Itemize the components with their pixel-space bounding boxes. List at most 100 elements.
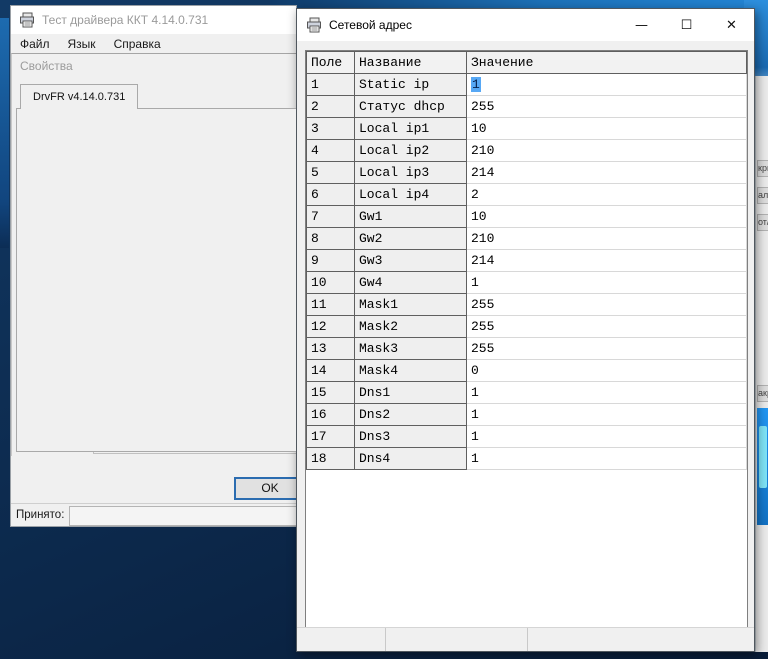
cell-name[interactable]: Gw2 <box>355 228 467 250</box>
column-header: Название <box>355 52 467 74</box>
cell-value[interactable]: 255 <box>467 294 747 316</box>
menu-item[interactable]: Файл <box>11 35 59 53</box>
column-header: Поле <box>307 52 355 74</box>
cell-field[interactable]: 11 <box>307 294 355 316</box>
cell-value[interactable]: 1 <box>467 448 747 470</box>
cell-field[interactable]: 14 <box>307 360 355 382</box>
table-row: 12Mask2255 <box>307 316 747 338</box>
cell-field[interactable]: 8 <box>307 228 355 250</box>
cell-value[interactable]: 1 <box>467 382 747 404</box>
cell-field[interactable]: 18 <box>307 448 355 470</box>
cell-value[interactable]: 1 <box>467 272 747 294</box>
cell-name[interactable]: Dns4 <box>355 448 467 470</box>
tab-content-panel <box>16 108 297 452</box>
menu-item[interactable]: Язык <box>59 35 105 53</box>
background-button-fragment: от/ <box>757 214 768 231</box>
maximize-button[interactable]: ☐ <box>664 10 709 41</box>
cell-field[interactable]: 16 <box>307 404 355 426</box>
divider <box>11 503 297 504</box>
cell-name[interactable]: Mask3 <box>355 338 467 360</box>
main-titlebar[interactable]: Тест драйвера ККТ 4.14.0.731 <box>11 6 296 34</box>
table-row: 11Mask1255 <box>307 294 747 316</box>
menu-bar: ФайлЯзыкСправка <box>11 34 296 53</box>
cell-value[interactable]: 1 <box>467 404 747 426</box>
cell-value[interactable]: 10 <box>467 206 747 228</box>
cell-field[interactable]: 10 <box>307 272 355 294</box>
table-row: 10Gw41 <box>307 272 747 294</box>
cell-field[interactable]: 4 <box>307 140 355 162</box>
table-row: 18Dns41 <box>307 448 747 470</box>
close-button[interactable]: ✕ <box>709 10 754 41</box>
cell-value[interactable]: 214 <box>467 162 747 184</box>
table-row: 14Mask40 <box>307 360 747 382</box>
network-table: ПолеНазваниеЗначение 1Static ip12Статус … <box>306 51 747 470</box>
device-display-fragment <box>757 408 768 525</box>
cell-name[interactable]: Local ip2 <box>355 140 467 162</box>
table-row: 15Dns11 <box>307 382 747 404</box>
cell-field[interactable]: 1 <box>307 74 355 96</box>
wallpaper-beam-top <box>270 0 768 8</box>
menu-item[interactable]: Справка <box>105 35 170 53</box>
cell-value[interactable]: 1 <box>467 74 747 96</box>
table-row: 7Gw110 <box>307 206 747 228</box>
cell-field[interactable]: 15 <box>307 382 355 404</box>
cell-name[interactable]: Mask1 <box>355 294 467 316</box>
cell-name[interactable]: Static ip <box>355 74 467 96</box>
cell-field[interactable]: 5 <box>307 162 355 184</box>
cell-value[interactable]: 214 <box>467 250 747 272</box>
cell-field[interactable]: 2 <box>307 96 355 118</box>
cell-name[interactable]: Local ip4 <box>355 184 467 206</box>
status-panel <box>528 628 754 651</box>
cell-field[interactable]: 13 <box>307 338 355 360</box>
cell-value[interactable]: 2 <box>467 184 747 206</box>
cell-name[interactable]: Dns2 <box>355 404 467 426</box>
properties-caption: Свойства <box>12 54 297 73</box>
table-row: 4Local ip2210 <box>307 140 747 162</box>
table-row: 13Mask3255 <box>307 338 747 360</box>
table-row: 6Local ip42 <box>307 184 747 206</box>
cell-field[interactable]: 7 <box>307 206 355 228</box>
tab-drvfr[interactable]: DrvFR v4.14.0.731 <box>20 84 138 109</box>
wallpaper-beam-left <box>0 18 9 248</box>
cell-value[interactable]: 210 <box>467 140 747 162</box>
cell-name[interactable]: Gw3 <box>355 250 467 272</box>
background-button-fragment: акр <box>757 385 768 402</box>
cell-name[interactable]: Local ip3 <box>355 162 467 184</box>
main-window-title: Тест драйвера ККТ 4.14.0.731 <box>42 13 208 27</box>
cell-value[interactable]: 255 <box>467 96 747 118</box>
status-panel <box>386 628 528 651</box>
background-button-fragment: али <box>757 187 768 204</box>
cell-value[interactable]: 210 <box>467 228 747 250</box>
cell-field[interactable]: 3 <box>307 118 355 140</box>
network-table-container: ПолеНазваниеЗначение 1Static ip12Статус … <box>305 50 748 630</box>
table-row: 1Static ip1 <box>307 74 747 96</box>
cell-field[interactable]: 6 <box>307 184 355 206</box>
table-row: 17Dns31 <box>307 426 747 448</box>
network-table-body: 1Static ip12Статус dhcp2553Local ip1104L… <box>307 74 747 470</box>
cell-name[interactable]: Gw1 <box>355 206 467 228</box>
cell-field[interactable]: 17 <box>307 426 355 448</box>
cell-value[interactable]: 0 <box>467 360 747 382</box>
cell-name[interactable]: Mask4 <box>355 360 467 382</box>
cell-name[interactable]: Dns1 <box>355 382 467 404</box>
cell-name[interactable]: Gw4 <box>355 272 467 294</box>
minimize-button[interactable]: — <box>619 10 664 41</box>
printer-icon <box>306 17 322 33</box>
cell-name[interactable]: Mask2 <box>355 316 467 338</box>
ok-button[interactable]: OK <box>234 477 297 500</box>
column-header: Значение <box>467 52 747 74</box>
cell-value[interactable]: 1 <box>467 426 747 448</box>
properties-panel: Свойства DrvFR v4.14.0.731 Логические ус… <box>11 53 297 456</box>
dialog-titlebar[interactable]: Сетевой адрес — ☐ ✕ <box>297 9 754 41</box>
cell-value[interactable]: 10 <box>467 118 747 140</box>
cell-value[interactable]: 255 <box>467 316 747 338</box>
cell-field[interactable]: 12 <box>307 316 355 338</box>
cell-field[interactable]: 9 <box>307 250 355 272</box>
table-row: 9Gw3214 <box>307 250 747 272</box>
cell-name[interactable]: Dns3 <box>355 426 467 448</box>
cell-value[interactable]: 255 <box>467 338 747 360</box>
cell-name[interactable]: Статус dhcp <box>355 96 467 118</box>
table-row: 2Статус dhcp255 <box>307 96 747 118</box>
cell-name[interactable]: Local ip1 <box>355 118 467 140</box>
table-row: 3Local ip110 <box>307 118 747 140</box>
